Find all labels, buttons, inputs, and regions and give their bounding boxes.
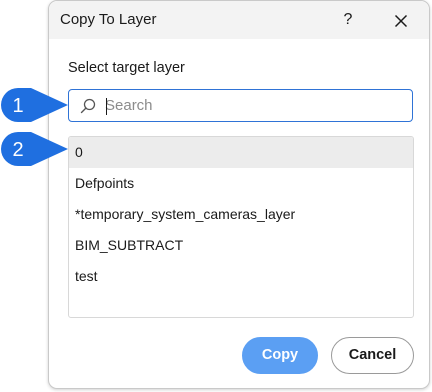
layer-list-item[interactable]: Defpoints xyxy=(69,168,413,199)
search-box[interactable] xyxy=(68,89,413,122)
select-target-layer-label: Select target layer xyxy=(68,60,185,76)
layer-list[interactable]: 0 Defpoints *temporary_system_cameras_la… xyxy=(68,136,414,318)
search-input[interactable] xyxy=(105,92,395,118)
callout-number-1: 1 xyxy=(12,95,23,117)
layer-list-item[interactable]: 0 xyxy=(69,137,413,168)
close-button[interactable] xyxy=(388,8,414,34)
callout-marker-1: 1 xyxy=(1,88,68,122)
layer-list-item[interactable]: *temporary_system_cameras_layer xyxy=(69,199,413,230)
callout-number-2: 2 xyxy=(12,139,23,161)
copy-to-layer-dialog: Copy To Layer ? Select target layer 0 De… xyxy=(48,0,430,389)
copy-button[interactable]: Copy xyxy=(242,337,318,374)
title-bar: Copy To Layer ? xyxy=(49,1,429,39)
search-icon xyxy=(80,98,96,114)
cancel-button[interactable]: Cancel xyxy=(331,337,414,374)
layer-list-item[interactable]: test xyxy=(69,261,413,292)
help-button[interactable]: ? xyxy=(336,8,360,32)
dialog-title: Copy To Layer xyxy=(60,11,157,28)
layer-list-item[interactable]: BIM_SUBTRACT xyxy=(69,230,413,261)
text-caret xyxy=(106,98,107,115)
callout-marker-2: 2 xyxy=(1,132,68,166)
close-icon xyxy=(394,14,408,28)
